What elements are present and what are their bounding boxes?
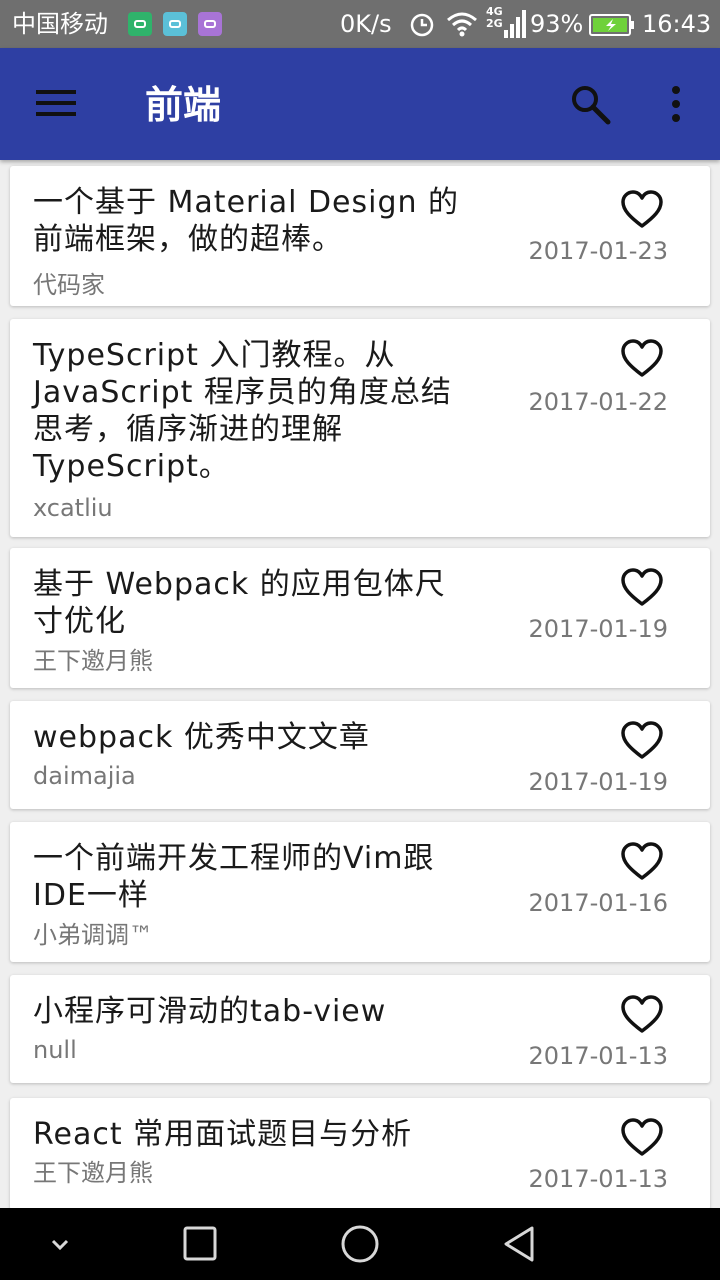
wifi-icon bbox=[446, 11, 478, 41]
android-notification-icon bbox=[163, 12, 187, 36]
article-title: TypeScript 入门教程。从 JavaScript 程序员的角度总结思考，… bbox=[33, 338, 452, 484]
home-icon[interactable] bbox=[338, 1222, 382, 1266]
battery-icon bbox=[589, 14, 635, 40]
article-date: 2017-01-23 bbox=[528, 237, 668, 265]
heart-icon[interactable] bbox=[620, 995, 664, 1035]
article-card[interactable]: React 常用面试题目与分析 王下邀月熊 2017-01-13 bbox=[10, 1098, 710, 1210]
article-author: xcatliu bbox=[33, 494, 113, 522]
carrier-label: 中国移动 bbox=[12, 10, 108, 38]
app-bar: 前端 bbox=[0, 48, 720, 160]
network-speed: 0K/s bbox=[340, 10, 392, 38]
article-title: React 常用面试题目与分析 bbox=[33, 1117, 413, 1152]
article-title: 基于 Webpack 的应用包体尺寸优化 bbox=[33, 567, 446, 639]
article-title: webpack 优秀中文文章 bbox=[33, 720, 370, 755]
article-card[interactable]: 一个基于 Material Design 的前端框架，做的超棒。 代码家 201… bbox=[10, 166, 710, 306]
article-card[interactable]: 小程序可滑动的tab-view null 2017-01-13 bbox=[10, 975, 710, 1083]
app-notification-icon bbox=[128, 12, 152, 36]
heart-icon[interactable] bbox=[620, 568, 664, 608]
article-date: 2017-01-19 bbox=[528, 768, 668, 796]
article-date: 2017-01-16 bbox=[528, 889, 668, 917]
article-title: 一个前端开发工程师的Vim跟IDE一样 bbox=[33, 841, 435, 913]
article-date: 2017-01-22 bbox=[528, 388, 668, 416]
article-title: 一个基于 Material Design 的前端框架，做的超棒。 bbox=[33, 185, 460, 257]
article-card[interactable]: 基于 Webpack 的应用包体尺寸优化 王下邀月熊 2017-01-19 bbox=[10, 548, 710, 688]
article-card[interactable]: TypeScript 入门教程。从 JavaScript 程序员的角度总结思考，… bbox=[10, 319, 710, 537]
article-date: 2017-01-13 bbox=[528, 1042, 668, 1070]
article-date: 2017-01-19 bbox=[528, 615, 668, 643]
article-author: daimajia bbox=[33, 762, 136, 790]
hide-keyboard-icon[interactable] bbox=[38, 1222, 82, 1266]
menu-icon[interactable] bbox=[36, 86, 76, 120]
heart-icon[interactable] bbox=[620, 1118, 664, 1158]
heart-icon[interactable] bbox=[620, 721, 664, 761]
article-author: null bbox=[33, 1036, 77, 1064]
status-bar: 中国移动 0K/s 4G 2G 93% 16:43 bbox=[0, 0, 720, 48]
network-type: 4G 2G bbox=[486, 5, 503, 30]
battery-percent: 93% bbox=[530, 10, 584, 38]
article-author: 小弟调调™ bbox=[33, 921, 153, 949]
article-author: 王下邀月熊 bbox=[33, 1159, 153, 1187]
signal-icon bbox=[504, 10, 526, 42]
page-title: 前端 bbox=[145, 83, 222, 127]
article-card[interactable]: webpack 优秀中文文章 daimajia 2017-01-19 bbox=[10, 701, 710, 809]
article-card[interactable]: 一个前端开发工程师的Vim跟IDE一样 小弟调调™ 2017-01-16 bbox=[10, 822, 710, 962]
article-title: 小程序可滑动的tab-view bbox=[33, 994, 387, 1029]
system-nav-bar bbox=[0, 1208, 720, 1280]
clock: 16:43 bbox=[642, 10, 712, 38]
search-icon[interactable] bbox=[568, 82, 612, 126]
article-date: 2017-01-13 bbox=[528, 1165, 668, 1193]
recents-icon[interactable] bbox=[178, 1222, 222, 1266]
article-author: 代码家 bbox=[33, 271, 105, 299]
more-vert-icon[interactable] bbox=[660, 82, 692, 126]
article-author: 王下邀月熊 bbox=[33, 647, 153, 675]
heart-icon[interactable] bbox=[620, 339, 664, 379]
gallery-notification-icon bbox=[198, 12, 222, 36]
heart-icon[interactable] bbox=[620, 190, 664, 230]
back-icon[interactable] bbox=[498, 1222, 542, 1266]
alarm-icon bbox=[408, 10, 436, 42]
heart-icon[interactable] bbox=[620, 842, 664, 882]
